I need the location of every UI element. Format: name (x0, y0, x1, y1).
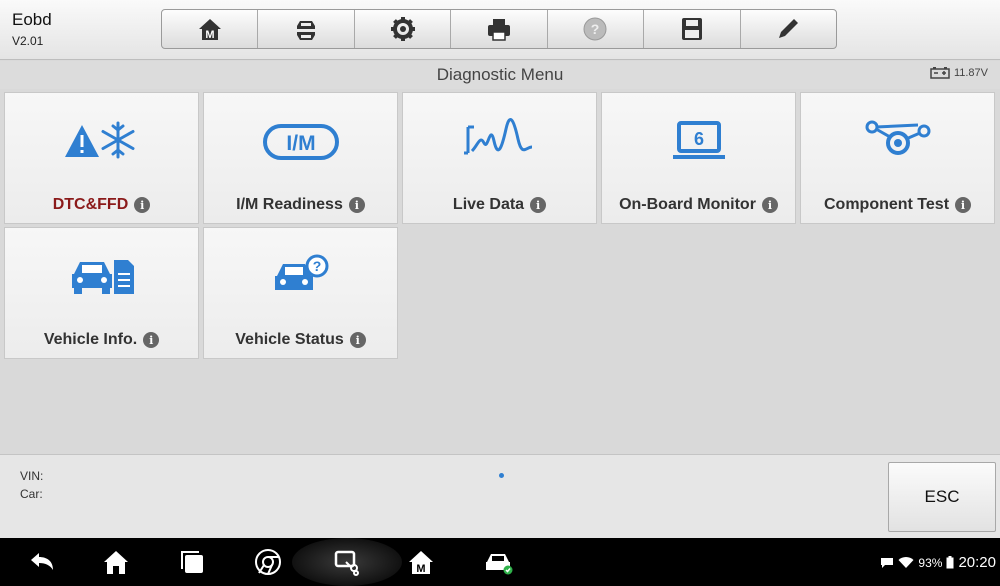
vehicle-swap-icon (297, 21, 316, 40)
back-arrow-icon (31, 553, 53, 570)
live-data-graph-icon (463, 118, 532, 155)
tile-label-text: Vehicle Info. (43, 331, 138, 348)
print-button[interactable] (451, 10, 548, 48)
tile-label: Vehicle Info. i (5, 331, 198, 349)
android-home-icon (104, 551, 128, 574)
car-connected-icon (486, 554, 513, 575)
tile-label: Live Data i (403, 196, 596, 214)
info-icon[interactable]: i (761, 197, 778, 213)
tile-dtc-ffd[interactable]: DTC&FFD i (4, 92, 199, 224)
tile-live-data[interactable]: Live Data i (402, 92, 597, 224)
svg-text:?: ? (312, 258, 321, 274)
tile-label-text: Vehicle Status (235, 331, 344, 348)
tile-vehicle-info[interactable]: Vehicle Info. i (4, 227, 199, 359)
home-icon: M (198, 19, 221, 41)
screen-capture-icon (334, 550, 359, 576)
app-version: V2.01 (12, 34, 44, 48)
tile-label-text: DTC&FFD (52, 196, 129, 213)
info-icon[interactable]: i (530, 197, 547, 213)
message-icon (881, 557, 894, 568)
settings-button[interactable] (355, 10, 452, 48)
system-status-area: 93% 20:20 (880, 554, 996, 571)
app-name: Eobd (12, 10, 52, 29)
tile-label: Vehicle Status i (204, 331, 397, 349)
app-top-bar: Eobd V2.01 M ? (0, 0, 1000, 60)
maxisys-home-button[interactable]: M (401, 546, 441, 578)
browser-button[interactable] (248, 546, 288, 578)
back-button[interactable] (22, 546, 62, 578)
vehicle-battery-indicator: 11.87V (930, 67, 988, 79)
info-icon[interactable]: i (955, 197, 972, 213)
help-button[interactable]: ? (548, 10, 645, 48)
esc-button[interactable]: ESC (888, 462, 996, 532)
monitor-icon-text: 6 (693, 129, 703, 149)
tile-onboard-monitor[interactable]: 6 On-Board Monitor i (601, 92, 796, 224)
im-icon-text: I/M (286, 132, 315, 155)
vehicle-status-icon: ? (274, 254, 328, 290)
recent-apps-button[interactable] (173, 546, 213, 578)
tile-vehicle-status[interactable]: ? Vehicle Status i (203, 227, 398, 359)
tile-label: DTC&FFD i (5, 196, 198, 214)
svg-text:M: M (416, 563, 425, 575)
pencil-icon (779, 19, 799, 38)
battery-voltage: 11.87V (953, 67, 988, 79)
battery-icon (946, 556, 954, 569)
component-test-icon (865, 120, 930, 155)
tile-label-text: On-Board Monitor (619, 196, 756, 213)
clock: 20:20 (958, 554, 996, 571)
gear-icon (390, 17, 415, 41)
battery-percent: 93% (918, 555, 943, 570)
vehicle-swap-button[interactable] (258, 10, 355, 48)
tile-label-text: Live Data (452, 196, 525, 213)
vehicle-info-footer: VIN: Car: ESC (0, 454, 1000, 538)
home-button[interactable]: M (162, 10, 259, 48)
tile-label: On-Board Monitor i (602, 196, 795, 214)
save-icon (681, 18, 702, 40)
car-label: Car: (20, 487, 43, 501)
info-icon[interactable]: i (348, 197, 365, 213)
tile-label-text: I/M Readiness (236, 196, 343, 213)
page-title: Diagnostic Menu (436, 65, 564, 84)
edit-button[interactable] (741, 10, 836, 48)
tile-label: I/M Readiness i (204, 196, 397, 214)
system-navigation-bar: M 93% 20:20 (0, 538, 1000, 586)
vehicle-info-icon (71, 260, 134, 294)
car-battery-icon (930, 67, 950, 79)
wifi-icon (898, 556, 914, 568)
warning-snowflake-icon (64, 121, 134, 159)
info-icon[interactable]: i (134, 197, 151, 213)
maxisys-home-icon: M (409, 551, 433, 575)
tile-component-test[interactable]: Component Test i (800, 92, 995, 224)
tile-im-readiness[interactable]: I/M I/M Readiness i (203, 92, 398, 224)
tile-label-text: Component Test (823, 196, 950, 213)
page-indicator-dot (499, 473, 504, 478)
help-icon: ? (583, 17, 607, 41)
im-readiness-icon: I/M (262, 124, 339, 160)
svg-text:?: ? (591, 21, 600, 37)
info-icon[interactable]: i (143, 332, 160, 348)
info-icon[interactable]: i (349, 332, 366, 348)
recent-apps-icon (181, 551, 203, 573)
vci-status-button[interactable] (478, 546, 518, 578)
onboard-monitor-icon: 6 (672, 121, 725, 159)
title-bar: Diagnostic Menu 11.87V (0, 61, 1000, 89)
chrome-icon (255, 549, 281, 575)
save-button[interactable] (644, 10, 741, 48)
toolbar: M ? (161, 9, 837, 49)
svg-text:M: M (205, 29, 214, 41)
printer-icon (487, 19, 510, 41)
tile-label: Component Test i (801, 196, 994, 214)
vin-label: VIN: (20, 469, 44, 483)
screenshot-button[interactable] (327, 546, 367, 578)
home-nav-button[interactable] (96, 546, 136, 578)
